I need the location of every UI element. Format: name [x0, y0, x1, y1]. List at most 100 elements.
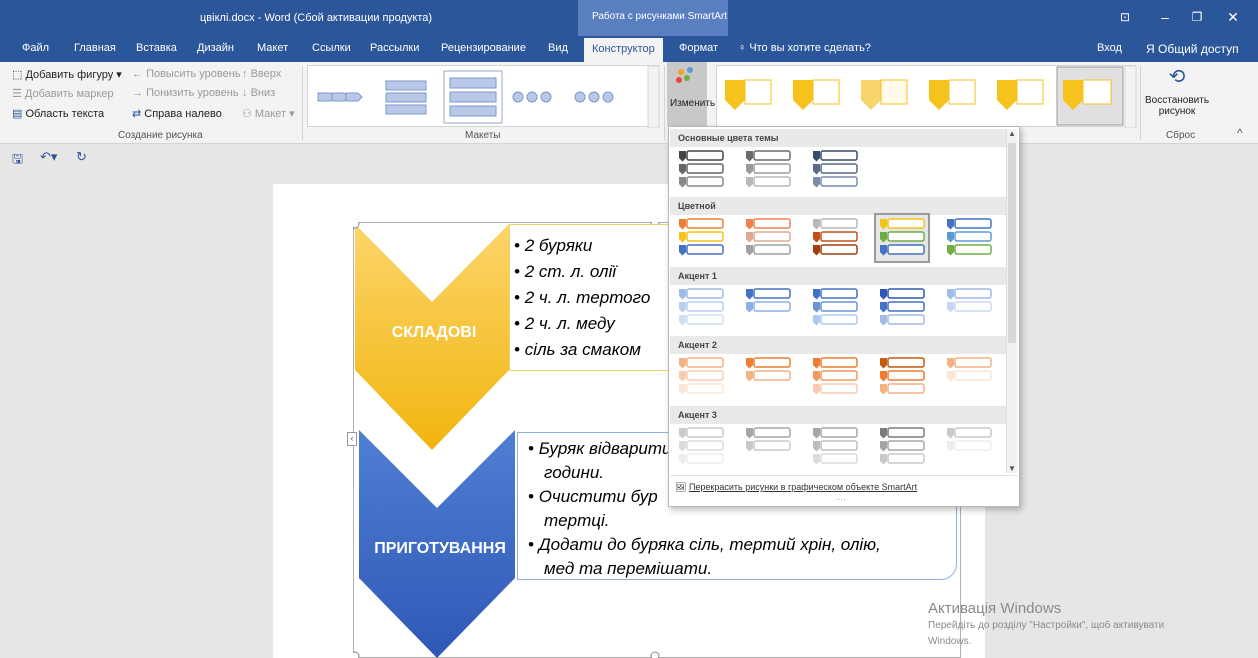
close-button[interactable]: ✕ — [1218, 6, 1248, 28]
scroll-down-icon[interactable]: ▼ — [1007, 464, 1017, 473]
section-accent-1: Акцент 1 — [670, 267, 1007, 285]
redo-icon[interactable]: ↻ — [76, 149, 87, 165]
dropdown-scrollbar[interactable]: ▲ ▼ — [1006, 129, 1017, 473]
layout-button[interactable]: ⚇ Макет ▾ — [242, 107, 295, 120]
bullet-item: • сіль за смаком — [514, 340, 641, 359]
change-colors-dropdown: Основные цвета темы Цветной Акцент 1 Акц… — [668, 126, 1020, 507]
tell-me-text: Что вы хотите сделать? — [749, 42, 871, 54]
selection-handle — [650, 651, 660, 658]
bullet-list-1: • 2 буряки • 2 ст. л. олії • 2 ч. л. тер… — [510, 225, 673, 363]
save-icon[interactable]: 🖫 — [12, 150, 23, 172]
color-swatch[interactable] — [874, 213, 930, 263]
tab-references[interactable]: Ссылки — [312, 42, 351, 54]
separator — [664, 66, 665, 140]
color-swatch[interactable] — [809, 147, 861, 193]
share-label: Общий доступ — [1158, 42, 1239, 56]
color-swatch[interactable] — [675, 354, 727, 400]
color-swatch[interactable] — [809, 285, 861, 331]
group-label-layouts: Макеты — [465, 130, 501, 141]
bullet-item: • 2 буряки — [514, 236, 593, 255]
move-down-button[interactable]: ↓ Вниз — [242, 87, 275, 99]
add-bullet-button[interactable]: ☰ Добавить маркер — [12, 87, 114, 100]
move-up-button[interactable]: ↑ Вверх — [242, 68, 281, 80]
layouts-gallery — [307, 65, 660, 129]
color-swatch[interactable] — [809, 215, 861, 261]
color-swatch[interactable] — [943, 215, 995, 261]
bullet-list-icon: ☰ — [12, 88, 25, 100]
recolor-pictures-option[interactable]: 🖼 Перекрасить рисунки в графическом объе… — [675, 482, 917, 493]
tab-insert[interactable]: Вставка — [136, 42, 177, 54]
demote-button[interactable]: → Понизить уровень — [132, 87, 239, 99]
minimize-button[interactable]: – — [1150, 6, 1180, 28]
color-swatch[interactable] — [943, 424, 995, 470]
bullet-item: • 2 ст. л. олії — [514, 262, 617, 281]
promote-button[interactable]: ← Повысить уровень — [132, 68, 241, 80]
text-box-1[interactable]: • 2 буряки • 2 ст. л. олії • 2 ч. л. тер… — [509, 224, 673, 371]
arrow-right-icon: → — [132, 87, 147, 99]
context-tab-title: Работа с рисунками SmartArt — [578, 0, 728, 36]
text-pane-icon: ▤ — [12, 108, 26, 120]
scroll-thumb[interactable] — [1008, 143, 1016, 343]
color-swatch[interactable] — [675, 147, 727, 193]
text-pane-button[interactable]: ▤ Область текста — [12, 107, 104, 120]
person-icon: Я — [1146, 42, 1158, 56]
right-to-left-button[interactable]: ⇄ Справа налево — [132, 107, 222, 120]
color-swatch[interactable] — [943, 285, 995, 331]
color-swatch[interactable] — [675, 424, 727, 470]
tab-format[interactable]: Формат — [679, 42, 718, 54]
tell-me-box[interactable]: ♀ Что вы хотите сделать? — [738, 42, 871, 54]
resize-grip-icon[interactable]: ···· — [835, 495, 846, 504]
ribbon: ⬚ Добавить фигуру ▾ ← Повысить уровень ↑… — [0, 62, 1258, 144]
collapse-ribbon-icon[interactable]: ^ — [1237, 126, 1243, 140]
separator — [1140, 66, 1141, 140]
tab-review[interactable]: Рецензирование — [441, 42, 526, 54]
tab-file[interactable]: Файл — [22, 42, 49, 54]
tab-design[interactable]: Дизайн — [197, 42, 234, 54]
color-swatch[interactable] — [742, 424, 794, 470]
color-swatch[interactable] — [943, 354, 995, 400]
group-label-create: Создание рисунка — [118, 130, 203, 141]
ribbon-tabs: Файл Главная Вставка Дизайн Макет Ссылки… — [0, 36, 1258, 63]
color-swatch[interactable] — [809, 424, 861, 470]
tab-layout[interactable]: Макет — [257, 42, 288, 54]
ribbon-display-options-icon[interactable]: ⊡ — [1110, 6, 1140, 28]
tab-home[interactable]: Главная — [74, 42, 116, 54]
group-label-reset: Сброс — [1166, 130, 1196, 141]
section-primary-theme: Основные цвета темы — [670, 129, 1007, 147]
color-swatch[interactable] — [876, 354, 928, 400]
color-swatch[interactable] — [675, 215, 727, 261]
activation-line-2: Windows. — [928, 636, 972, 647]
color-swatch[interactable] — [809, 354, 861, 400]
color-swatch[interactable] — [675, 285, 727, 331]
layouts-gallery-thumbnails — [317, 65, 660, 129]
sign-in-link[interactable]: Вход — [1097, 42, 1122, 54]
shape2-label[interactable]: ПРИГОТУВАННЯ — [360, 540, 520, 558]
arrow-down-icon: ↓ — [242, 87, 251, 99]
reset-graphic-button[interactable]: ⟲ Восстановить рисунок — [1145, 64, 1209, 126]
restore-button[interactable]: ❐ — [1182, 6, 1212, 28]
share-button[interactable]: Я Общий доступ — [1146, 42, 1239, 56]
bullet-item: • 2 ч. л. тертого — [514, 288, 651, 307]
divider — [670, 475, 1018, 476]
swap-arrows-icon: ⇄ — [132, 108, 145, 120]
text-pane-label: Область текста — [25, 108, 105, 120]
layout-thumb — [317, 70, 614, 124]
title-bar: цвіклі.docx - Word (Сбой активации проду… — [0, 0, 1258, 36]
recolor-label: Перекрасить рисунки в графическом объект… — [688, 482, 918, 492]
activation-line-1: Перейдіть до розділу "Настройки", щоб ак… — [928, 620, 1165, 631]
color-swatch[interactable] — [742, 147, 794, 193]
tab-view[interactable]: Вид — [548, 42, 568, 54]
recolor-icon: 🖼 — [675, 482, 689, 492]
change-colors-button[interactable]: Изменить цвета — [667, 62, 744, 126]
tab-mailings[interactable]: Рассылки — [370, 42, 419, 54]
color-swatch[interactable] — [742, 354, 794, 400]
color-swatch[interactable] — [742, 285, 794, 331]
color-swatch[interactable] — [876, 285, 928, 331]
undo-icon[interactable]: ↶▾ — [40, 149, 57, 165]
shape1-label[interactable]: СКЛАДОВІ — [374, 324, 494, 342]
color-swatch[interactable] — [742, 215, 794, 261]
scroll-up-icon[interactable]: ▲ — [1007, 129, 1017, 138]
add-shape-button[interactable]: ⬚ Добавить фигуру ▾ — [12, 68, 122, 81]
color-swatch[interactable] — [876, 424, 928, 470]
tab-smartart-design[interactable]: Конструктор — [584, 38, 663, 63]
